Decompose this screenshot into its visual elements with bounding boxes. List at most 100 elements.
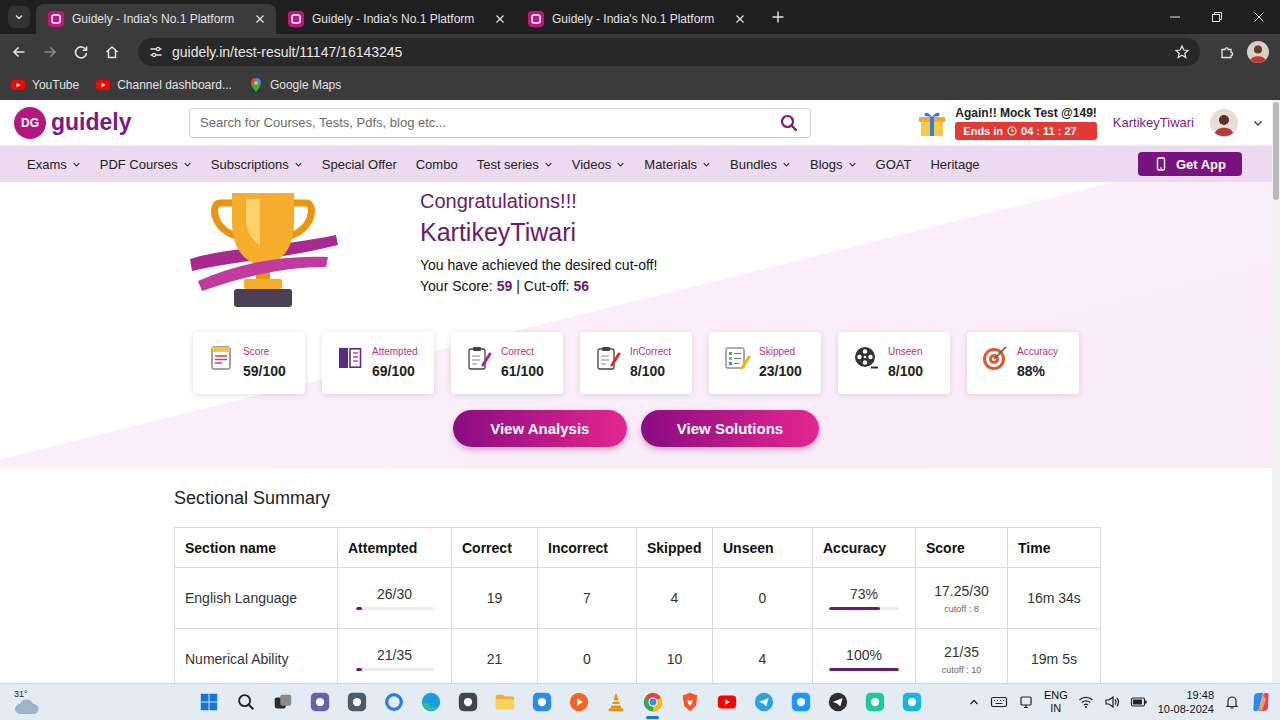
nav-item[interactable]: Materials — [644, 157, 711, 172]
input-language[interactable]: ENGIN — [1044, 689, 1068, 715]
nav-item[interactable]: Test series — [477, 157, 553, 172]
vlc-button[interactable] — [597, 684, 634, 720]
extensions-button[interactable] — [1213, 38, 1241, 66]
user-avatar-icon[interactable] — [1210, 109, 1238, 137]
action-button[interactable]: View Analysis — [453, 410, 627, 447]
snipping-tool-button[interactable] — [523, 684, 560, 720]
page-scrollbar[interactable] — [1272, 100, 1280, 683]
speaker-icon[interactable] — [1104, 694, 1120, 710]
nav-item[interactable]: Exams — [27, 157, 81, 172]
home-button[interactable] — [98, 38, 126, 66]
bell-icon[interactable] — [1224, 694, 1240, 710]
cortana-button[interactable] — [375, 684, 412, 720]
nav-label: Subscriptions — [211, 157, 289, 172]
nav-item[interactable]: Videos — [572, 157, 626, 172]
nav-label: Heritage — [930, 157, 979, 172]
cutoff-note: cutoff : 8 — [944, 604, 978, 614]
browser-tab[interactable]: Guidely - India's No.1 Platform — [516, 4, 756, 34]
file-explorer-button[interactable] — [486, 684, 523, 720]
close-icon[interactable] — [732, 11, 748, 27]
chrome-button[interactable] — [634, 684, 671, 720]
close-icon[interactable] — [252, 11, 268, 27]
star-icon[interactable] — [1174, 44, 1190, 60]
chevron-down-icon — [294, 160, 303, 169]
checklist-icon — [723, 344, 751, 372]
nav-item[interactable]: Blogs — [810, 157, 857, 172]
media-player-button[interactable] — [560, 684, 597, 720]
nav-item[interactable]: Subscriptions — [211, 157, 303, 172]
weather-widget[interactable]: 31° — [0, 689, 190, 715]
search-button[interactable] — [227, 684, 264, 720]
student-name: KartikeyTiwari — [420, 218, 657, 247]
close-window-button[interactable] — [1238, 0, 1280, 34]
promo-text: Again!! Mock Test @149!Ends in04 : 11 : … — [955, 106, 1097, 140]
nav-item[interactable]: PDF Courses — [100, 157, 192, 172]
keyboard-icon[interactable] — [990, 693, 1008, 711]
edge-button[interactable] — [412, 684, 449, 720]
address-bar[interactable]: guidely.in/test-result/11147/16143245 — [138, 38, 1200, 66]
brave-button[interactable] — [671, 684, 708, 720]
scrollbar-thumb[interactable] — [1273, 102, 1279, 200]
camera-button[interactable] — [338, 684, 375, 720]
guidely-favicon-icon — [528, 11, 544, 27]
chevron-down-icon[interactable] — [1252, 117, 1264, 129]
search-field[interactable]: Search for Courses, Tests, Pdfs, blog et… — [189, 108, 811, 138]
nav-item[interactable]: Combo — [416, 157, 458, 172]
camera-icon — [346, 691, 368, 713]
logo-mark: DG — [14, 107, 46, 139]
app-button[interactable] — [856, 684, 893, 720]
minimize-button[interactable] — [1154, 0, 1196, 34]
copilot-icon[interactable] — [1250, 691, 1272, 713]
youtube-icon — [95, 77, 111, 93]
prime-video-button[interactable] — [782, 684, 819, 720]
stat-text: InCorrect8/100 — [630, 344, 671, 379]
countdown-pill: Ends in04 : 11 : 27 — [955, 122, 1097, 140]
calculator-button[interactable] — [449, 684, 486, 720]
tab-search-button[interactable] — [8, 6, 30, 28]
obs-button[interactable] — [819, 684, 856, 720]
nav-item[interactable]: GOAT — [876, 157, 912, 172]
bookmark[interactable]: Channel dashboard... — [95, 77, 232, 93]
browser-tab[interactable]: Guidely - India's No.1 Platform — [276, 4, 516, 34]
logo[interactable]: DGguidely — [14, 107, 189, 139]
nav-item[interactable]: Heritage — [930, 157, 979, 172]
sync-button[interactable] — [893, 684, 930, 720]
book-icon — [336, 344, 364, 372]
bookmark[interactable]: Google Maps — [248, 77, 341, 93]
site-info-icon[interactable] — [148, 44, 164, 60]
user-name[interactable]: KartikeyTiwari — [1113, 115, 1194, 130]
get-app-button[interactable]: Get App — [1138, 152, 1242, 176]
telegram-button[interactable] — [745, 684, 782, 720]
battery-icon[interactable] — [1130, 693, 1148, 711]
column-header: Attempted — [338, 528, 452, 568]
profile-button[interactable] — [1244, 38, 1272, 66]
start-button[interactable] — [190, 684, 227, 720]
reload-button[interactable] — [67, 38, 95, 66]
search-icon[interactable] — [780, 114, 798, 132]
youtube-button[interactable] — [708, 684, 745, 720]
wifi-icon[interactable] — [1078, 694, 1094, 710]
incorrect-cell: 0 — [538, 629, 637, 683]
time-cell: 19m 5s — [1008, 629, 1101, 683]
result-banner: Congratulations!!!KartikeyTiwariYou have… — [0, 185, 1272, 313]
new-tab-button[interactable] — [764, 3, 792, 31]
nav-item[interactable]: Special Offer — [322, 157, 397, 172]
cortana-icon — [383, 691, 405, 713]
google-maps-icon — [248, 77, 264, 93]
clock-time: 19:48 — [1186, 688, 1214, 702]
bookmark-label: Google Maps — [270, 78, 341, 92]
close-icon[interactable] — [492, 11, 508, 27]
task-view-button[interactable] — [264, 684, 301, 720]
action-button[interactable]: View Solutions — [641, 410, 819, 447]
back-button[interactable] — [5, 38, 33, 66]
nav-item[interactable]: Bundles — [730, 157, 791, 172]
promo-banner[interactable]: Again!! Mock Test @149!Ends in04 : 11 : … — [917, 106, 1097, 140]
chat-button[interactable] — [301, 684, 338, 720]
bookmark[interactable]: YouTube — [10, 77, 79, 93]
restore-button[interactable] — [1196, 0, 1238, 34]
forward-button[interactable] — [36, 38, 64, 66]
device-icon[interactable] — [1018, 694, 1034, 710]
browser-tab[interactable]: Guidely - India's No.1 Platform — [36, 4, 276, 34]
chevron-up-icon[interactable] — [968, 696, 980, 708]
clock[interactable]: 19:4810-08-2024 — [1158, 688, 1214, 716]
